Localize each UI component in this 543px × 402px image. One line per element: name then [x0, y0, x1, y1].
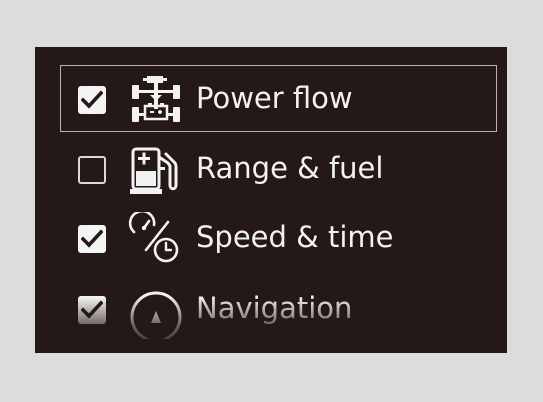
speed-time-checkbox[interactable]: [78, 225, 106, 253]
menu-item-label: Power flow: [196, 81, 353, 115]
menu-item-speed-time[interactable]: Speed & time: [35, 204, 507, 274]
menu-item-label: Speed & time: [196, 220, 394, 254]
menu-item-label: Navigation: [196, 291, 353, 325]
navigation-checkbox[interactable]: [78, 296, 106, 324]
menu-item-navigation[interactable]: Navigation: [35, 275, 507, 345]
power-flow-checkbox[interactable]: [78, 86, 106, 114]
power-flow-icon: [128, 73, 184, 129]
display-menu-panel: Power flow Range & fuel Speed & time Nav…: [35, 47, 507, 353]
speedometer-clock-icon: [128, 209, 184, 268]
menu-item-power-flow[interactable]: Power flow: [35, 65, 507, 135]
menu-item-range-fuel[interactable]: Range & fuel: [35, 135, 507, 205]
menu-item-label: Range & fuel: [196, 151, 384, 185]
checkmark-icon: [81, 90, 103, 109]
checkmark-icon: [81, 229, 103, 248]
fuel-pump-icon: [128, 143, 184, 199]
checkmark-icon: [81, 300, 103, 319]
navigation-compass-icon: [128, 283, 184, 343]
range-fuel-checkbox[interactable]: [78, 156, 106, 184]
